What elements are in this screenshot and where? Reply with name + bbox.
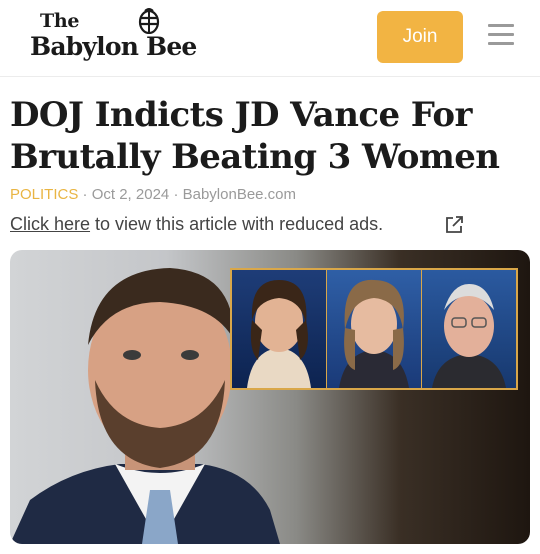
article-date: Oct 2, 2024 bbox=[91, 186, 170, 203]
logo-text-name: Babylon Bee bbox=[30, 32, 197, 61]
inset-photo-man bbox=[422, 270, 516, 388]
article-hero-image bbox=[10, 250, 530, 544]
external-link-icon[interactable] bbox=[444, 215, 464, 235]
article-title: DOJ Indicts JD Vance For Brutally Beatin… bbox=[10, 95, 500, 177]
reduced-ads-notice: Click here to view this article with red… bbox=[10, 214, 383, 235]
click-here-link[interactable]: Click here bbox=[10, 214, 90, 234]
logo-text-the: The bbox=[40, 10, 80, 32]
site-header: The Babylon Bee Join bbox=[0, 0, 540, 77]
site-logo[interactable]: The Babylon Bee bbox=[30, 8, 230, 66]
inset-photo-woman-2 bbox=[327, 270, 422, 388]
article-meta: POLITICS · Oct 2, 2024 · BabylonBee.com bbox=[10, 186, 296, 203]
inset-photo-woman-1 bbox=[232, 270, 327, 388]
meta-separator: · bbox=[82, 186, 88, 203]
category-link[interactable]: POLITICS bbox=[10, 186, 78, 203]
join-button[interactable]: Join bbox=[377, 11, 463, 63]
meta-separator: · bbox=[173, 186, 179, 203]
article-source: BabylonBee.com bbox=[182, 186, 297, 203]
inset-photo-strip bbox=[230, 268, 518, 390]
hamburger-menu-icon[interactable] bbox=[488, 24, 514, 46]
reduced-ads-text: to view this article with reduced ads. bbox=[90, 214, 384, 234]
bee-icon bbox=[138, 8, 160, 34]
